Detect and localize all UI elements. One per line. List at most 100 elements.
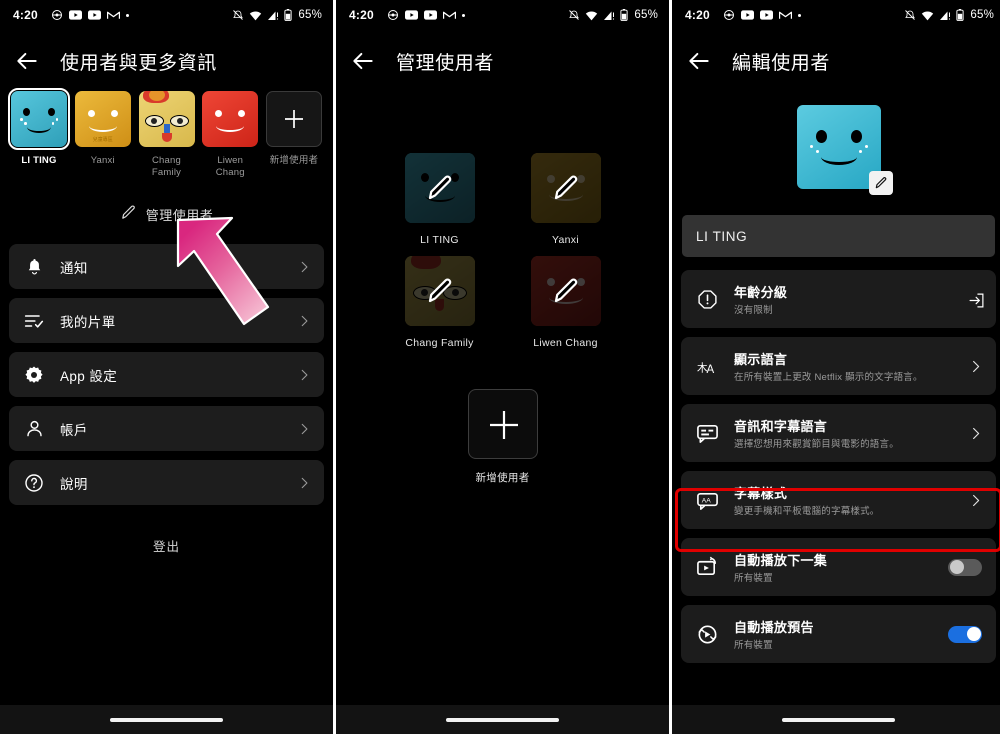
add-profile-label: 新增使用者	[269, 155, 319, 166]
signal-icon	[939, 10, 951, 21]
chevron-right-icon	[297, 368, 311, 382]
profile-strip: LI TING 兒童專區 Yanxi Chang Family Liwen Ch…	[0, 83, 333, 178]
plus-icon[interactable]	[467, 389, 538, 459]
avatar[interactable]	[796, 105, 893, 195]
profile-name: LI TING	[21, 155, 57, 166]
chevron-right-icon	[968, 359, 982, 373]
edit-avatar-button[interactable]	[868, 171, 893, 195]
autoplay-next-toggle[interactable]	[948, 558, 982, 576]
avatar[interactable]: 兒童專區	[74, 91, 131, 147]
setting-subtitle: 所有裝置	[734, 639, 773, 651]
setting-texts: 自動播放下一集 所有裝置	[734, 550, 948, 585]
subtitles-icon	[695, 421, 719, 445]
profile-name: Yanxi	[552, 234, 579, 246]
pencil-icon	[875, 177, 886, 189]
profile-item[interactable]: 兒童專區 Yanxi	[74, 91, 131, 178]
settings-list: 通知 我的片單 App 設定 帳戶 說明	[0, 244, 333, 505]
autoplay-previews-toggle[interactable]	[948, 625, 982, 643]
menu-item-label: 我的片單	[60, 314, 116, 330]
pencil-icon	[551, 173, 581, 203]
manage-profile-item[interactable]: LI TING	[388, 153, 492, 246]
setting-row-autoplay-next-episode[interactable]: 自動播放下一集 所有裝置	[681, 538, 996, 596]
home-indicator[interactable]	[446, 717, 559, 722]
profile-name-value: LI TING	[696, 228, 748, 244]
setting-row-autoplay-previews[interactable]: 自動播放預告 所有裝置	[681, 605, 996, 663]
battery-icon	[620, 9, 628, 21]
app-bar: 管理使用者	[336, 39, 669, 83]
system-nav-bar	[336, 705, 669, 734]
profile-item[interactable]: Chang Family	[138, 91, 195, 178]
toggle-knob	[966, 627, 981, 641]
external-link-icon	[968, 292, 984, 308]
avatar[interactable]	[404, 153, 475, 223]
setting-row-subtitle-appearance[interactable]: AA 字幕樣式 變更手機和平板電腦的字幕樣式。	[681, 471, 996, 529]
manage-profile-item[interactable]: Yanxi	[514, 153, 618, 246]
pencil-icon	[425, 276, 455, 306]
home-indicator[interactable]	[782, 717, 895, 722]
status-bar-clock: 4:20	[349, 8, 374, 22]
avatar[interactable]	[202, 91, 259, 147]
manage-profile-item[interactable]: Liwen Chang	[514, 256, 618, 349]
avatar[interactable]	[404, 256, 475, 326]
setting-subtitle: 沒有限制	[734, 304, 773, 316]
manage-profile-item[interactable]: Chang Family	[388, 256, 492, 349]
page-title: 管理使用者	[396, 52, 495, 74]
question-circle-icon	[23, 472, 45, 494]
manage-profiles-button[interactable]: 管理使用者	[0, 204, 333, 224]
app-bar: 編輯使用者	[672, 39, 1000, 83]
manage-profiles-grid: LI TING Yanxi Chang Family Liwen Chang	[336, 153, 669, 349]
youtube-icon	[404, 10, 418, 20]
home-indicator[interactable]	[110, 717, 223, 722]
back-icon[interactable]	[14, 48, 40, 74]
status-bar-right: 65%	[568, 9, 658, 21]
profile-name-input[interactable]: LI TING	[682, 215, 995, 257]
profile-item[interactable]: Liwen Chang	[202, 91, 259, 178]
menu-item-help[interactable]: 說明	[9, 460, 324, 505]
avatar[interactable]	[8, 88, 70, 150]
setting-texts: 字幕樣式 變更手機和平板電腦的字幕樣式。	[734, 483, 968, 518]
profile-item[interactable]: LI TING	[8, 88, 70, 178]
menu-item-my-list[interactable]: 我的片單	[9, 298, 324, 343]
system-nav-bar	[672, 705, 1000, 734]
chevron-right-icon	[297, 476, 311, 490]
plus-icon[interactable]	[266, 91, 322, 147]
menu-item-account[interactable]: 帳戶	[9, 406, 324, 451]
sign-out-button[interactable]: 登出	[0, 536, 333, 555]
helmet-icon	[387, 9, 399, 21]
avatar[interactable]	[530, 153, 601, 223]
caption-style-icon: AA	[695, 488, 719, 512]
autoplay-next-icon	[695, 555, 719, 579]
edit-avatar-area	[672, 105, 1000, 195]
svg-text:A: A	[706, 364, 714, 376]
pencil-icon	[551, 276, 581, 306]
person-icon	[23, 418, 45, 440]
back-icon[interactable]	[350, 48, 376, 74]
avatar-face	[202, 91, 258, 147]
profile-name: Chang Family	[405, 337, 474, 349]
status-bar-clock: 4:20	[685, 8, 710, 22]
setting-texts: 顯示語言 在所有裝置上更改 Netflix 顯示的文字語言。	[734, 349, 968, 384]
menu-item-notifications[interactable]: 通知	[9, 244, 324, 289]
back-icon[interactable]	[686, 48, 712, 74]
setting-row-display-language[interactable]: 木A 顯示語言 在所有裝置上更改 Netflix 顯示的文字語言。	[681, 337, 996, 395]
status-bar-right: 65%	[232, 9, 322, 21]
setting-title: 年齡分級	[734, 284, 788, 300]
setting-row-maturity-rating[interactable]: 年齡分級 沒有限制	[681, 270, 996, 328]
avatar[interactable]	[530, 256, 601, 326]
avatar[interactable]	[138, 91, 195, 147]
battery-icon	[284, 9, 292, 21]
pencil-icon	[120, 204, 137, 224]
menu-item-label: 帳戶	[60, 422, 88, 438]
setting-subtitle: 在所有裝置上更改 Netflix 顯示的文字語言。	[734, 371, 923, 383]
gmail-icon	[106, 10, 120, 20]
menu-item-app-settings[interactable]: App 設定	[9, 352, 324, 397]
helmet-icon	[51, 9, 63, 21]
setting-row-audio-subtitle-language[interactable]: 音訊和字幕語言 選擇您想用來觀賞節目與電影的語言。	[681, 404, 996, 462]
avatar-face	[11, 91, 67, 147]
translate-icon: 木A	[695, 354, 719, 378]
profile-name: Chang Family	[151, 155, 182, 178]
signal-icon	[267, 10, 279, 21]
add-profile-item[interactable]: 新增使用者	[336, 389, 669, 485]
setting-title: 自動播放預告	[734, 619, 814, 635]
add-profile-item[interactable]: 新增使用者	[266, 91, 322, 178]
